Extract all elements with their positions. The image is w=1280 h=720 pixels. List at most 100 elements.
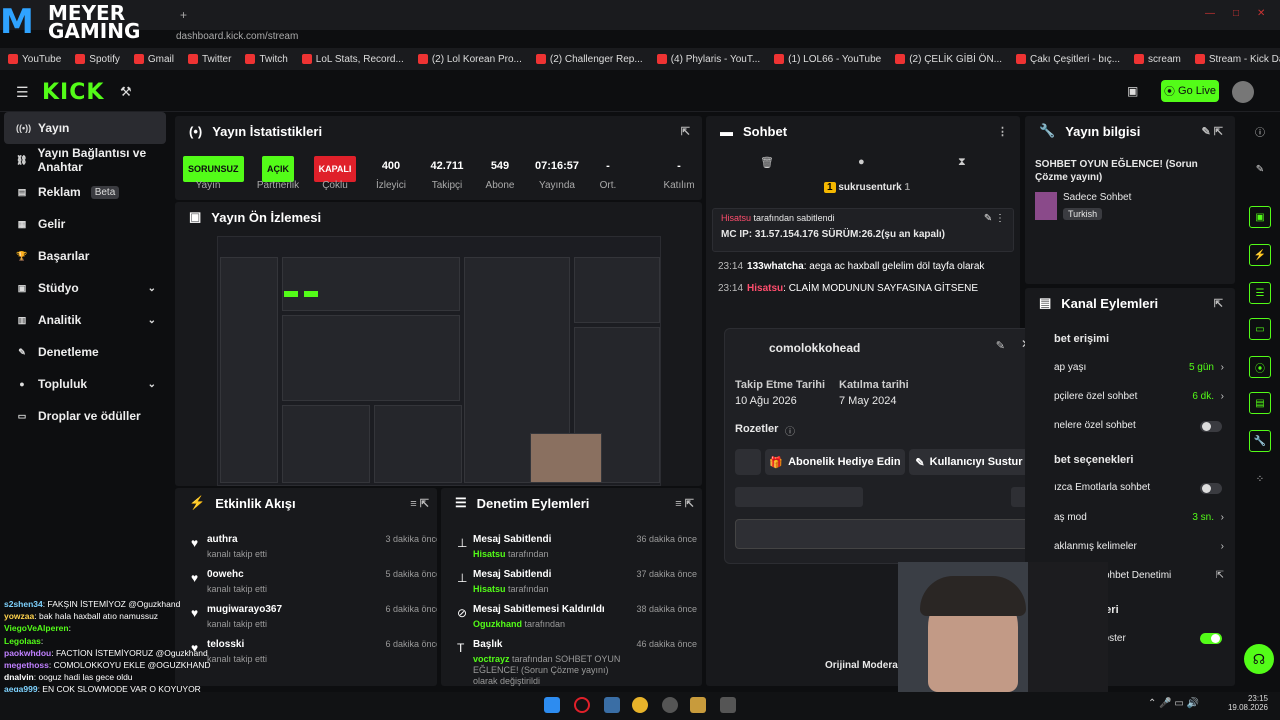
opera-icon[interactable] (574, 697, 590, 713)
bookmark-item[interactable]: Çakı Çeşitleri - bıç... (1016, 54, 1120, 65)
close-icon[interactable]: ✕ (1257, 8, 1265, 19)
pin-icon[interactable]: ✎ ⋮ (984, 213, 1005, 224)
usercard-username[interactable]: comolokkohead (769, 341, 860, 355)
mute-user-button[interactable]: ✎ Kullanıcıyı Sustur (909, 449, 1029, 475)
steam-icon[interactable] (662, 697, 678, 713)
bookmark-item[interactable]: Stream - Kick Das... (1194, 54, 1280, 65)
clock[interactable]: 23:15 19.08.2026 (1224, 694, 1268, 712)
setting-row[interactable]: nelere özel sohbet (1054, 420, 1224, 434)
bolt-icon[interactable]: ⚡ (1249, 244, 1271, 266)
bookmark-item[interactable]: (4) Phylaris - YouT... (656, 54, 760, 65)
chat-username[interactable]: 133whatcha (747, 261, 804, 272)
filter-icon[interactable]: ≡ ⇱ (410, 497, 429, 510)
sidebar-item-topluluk[interactable]: ● Topluluk ⌄ (0, 368, 170, 400)
pinned-text: MC IP: 31.57.154.176 SÜRÜM:26.2(şu an ka… (721, 229, 945, 240)
pin-icon[interactable]: ✎ (996, 339, 1005, 352)
info-icon[interactable]: ⓘ (1249, 120, 1271, 142)
message-input[interactable] (735, 519, 1031, 549)
mod-user[interactable]: voctrayz (473, 654, 510, 664)
support-icon[interactable]: ☊ (1244, 644, 1274, 674)
more-icon[interactable]: ⋮ (997, 125, 1008, 138)
list-icon[interactable]: ☰ (1249, 282, 1271, 304)
sidebar-item-denetleme[interactable]: ✎ Denetleme (0, 336, 170, 368)
popout-icon[interactable]: ⇱ (1214, 297, 1223, 310)
sidebar-item-ba-ar-lar[interactable]: 🏆 Başarılar (0, 240, 170, 272)
chat-icon[interactable]: ▭ (1249, 318, 1271, 340)
timer-icon[interactable]: ⧗ (958, 156, 966, 169)
setting-row[interactable]: ap yaşı 5 gün › (1054, 362, 1224, 376)
info-icon[interactable]: ⓘ (785, 423, 795, 438)
actions-icon[interactable]: ▤ (1249, 392, 1271, 414)
popout-icon[interactable]: ⇱ (681, 125, 690, 138)
filter-icon[interactable]: ≡ ⇱ (675, 497, 694, 510)
minimize-icon[interactable]: — (1205, 8, 1215, 19)
setting-row[interactable]: pçilere özel sohbet 6 dk. › (1054, 391, 1224, 405)
more-actions-button[interactable] (735, 449, 761, 475)
mod-user[interactable]: Oguzkhand (473, 619, 522, 629)
bookmark-item[interactable]: (2) Challenger Rep... (535, 54, 643, 65)
chat-mode-icon[interactable]: ● (858, 156, 865, 168)
bookmark-item[interactable]: Twitter (188, 54, 231, 65)
tray-icons[interactable]: ⌃ 🎤 ▭ 🔊 (1148, 698, 1199, 709)
sidebar-item-gelir[interactable]: ▦ Gelir (0, 208, 170, 240)
sidebar-item-analitik[interactable]: ▥ Analitik ⌄ (0, 304, 170, 336)
go-live-button[interactable]: ⦿ Go Live (1161, 80, 1219, 102)
follower-name[interactable]: authra (207, 534, 238, 545)
grid-icon[interactable]: ⁘ (1249, 468, 1271, 490)
gift-sub-button[interactable]: 🎁 Abonelik Hediye Edin (765, 449, 905, 475)
bookmark-icon (656, 54, 667, 64)
avatar[interactable] (1232, 81, 1254, 103)
explorer-icon[interactable] (604, 697, 620, 713)
new-tab-icon[interactable]: + (180, 8, 187, 22)
clock-time: 23:15 (1247, 694, 1268, 703)
bookmark-item[interactable]: Gmail (133, 53, 174, 65)
setting-row[interactable]: ohbet Denetimi ⇱ (1104, 570, 1224, 584)
league-icon[interactable] (690, 697, 706, 713)
category-name[interactable]: Sadece Sohbet (1063, 192, 1131, 203)
bookmark-item[interactable]: Spotify (75, 54, 120, 65)
sidebar-item-st-dyo[interactable]: ▣ Stüdyo ⌄ (0, 272, 170, 304)
chrome-icon[interactable] (632, 697, 648, 713)
pencil-icon[interactable]: ✎ (1249, 158, 1271, 180)
setting-row[interactable]: aklanmış kelimeler › (1054, 541, 1224, 555)
bookmark-label: Gmail (147, 53, 174, 65)
broadcast-icon[interactable]: ⦿ (1249, 356, 1271, 378)
maximize-icon[interactable]: □ (1233, 8, 1239, 19)
bookmark-item[interactable]: (2) ÇELİK GİBİ ÖN... (895, 54, 1002, 65)
url-field[interactable]: dashboard.kick.com/stream (176, 31, 298, 42)
bookmark-item[interactable]: (1) LOL66 - YouTube (774, 54, 881, 65)
show-toggle[interactable] (1200, 633, 1222, 644)
sidebar-item-yay-n-ba-lant-s-ve-anahtar[interactable]: ⛓ Yayın Bağlantısı ve Anahtar (0, 144, 170, 176)
setting-row[interactable]: aş mod 3 sn. › (1054, 512, 1224, 526)
chevron-down-icon[interactable]: ⌄ (148, 379, 156, 390)
stats-icon[interactable]: ▣ (1249, 206, 1271, 228)
camera-icon[interactable]: ▣ (1127, 84, 1138, 98)
mod-user[interactable]: Hisatsu (473, 549, 506, 559)
trash-icon[interactable]: 🗑 (760, 156, 774, 169)
bookmark-item[interactable]: (2) Lol Korean Pro... (417, 54, 522, 65)
mod-user[interactable]: Hisatsu (473, 584, 506, 594)
chat-time: 23:14 (718, 283, 744, 294)
sidebar-item-reklam[interactable]: ▤ Reklam Beta (0, 176, 170, 208)
menu-icon[interactable]: ☰ (16, 84, 29, 101)
edit-icon[interactable]: ✎ ⇱ (1202, 125, 1224, 138)
bookmark-item[interactable]: LoL Stats, Record... (301, 54, 404, 65)
wrench-icon[interactable]: 🔧 (1249, 430, 1271, 452)
pinned-message[interactable]: Hisatsu tarafından sabitlendi MC IP: 31.… (712, 208, 1014, 252)
chevron-down-icon[interactable]: ⌄ (148, 315, 156, 326)
subscriber-only-toggle[interactable] (1200, 421, 1222, 432)
kick-logo[interactable]: KICK (42, 80, 104, 105)
tools-icon[interactable]: ⚒ (120, 84, 132, 100)
bookmark-item[interactable]: YouTube (8, 54, 61, 65)
windows-start-icon[interactable] (544, 697, 560, 713)
sidebar-item-yay-n[interactable]: ((•)) Yayın (4, 112, 166, 144)
chevron-down-icon[interactable]: ⌄ (148, 283, 156, 294)
stream-preview-video[interactable] (217, 236, 661, 486)
chat-username[interactable]: Hisatsu (747, 283, 783, 294)
sidebar-item-droplar-ve-d-ller[interactable]: ▭ Droplar ve ödüller (0, 400, 170, 432)
app-icon[interactable] (720, 697, 736, 713)
bookmark-item[interactable]: Twitch (245, 54, 288, 65)
bookmark-item[interactable]: scream (1134, 54, 1181, 65)
emote-only-toggle[interactable] (1200, 483, 1222, 494)
setting-row[interactable]: ızca Emotlarla sohbet (1054, 482, 1224, 496)
